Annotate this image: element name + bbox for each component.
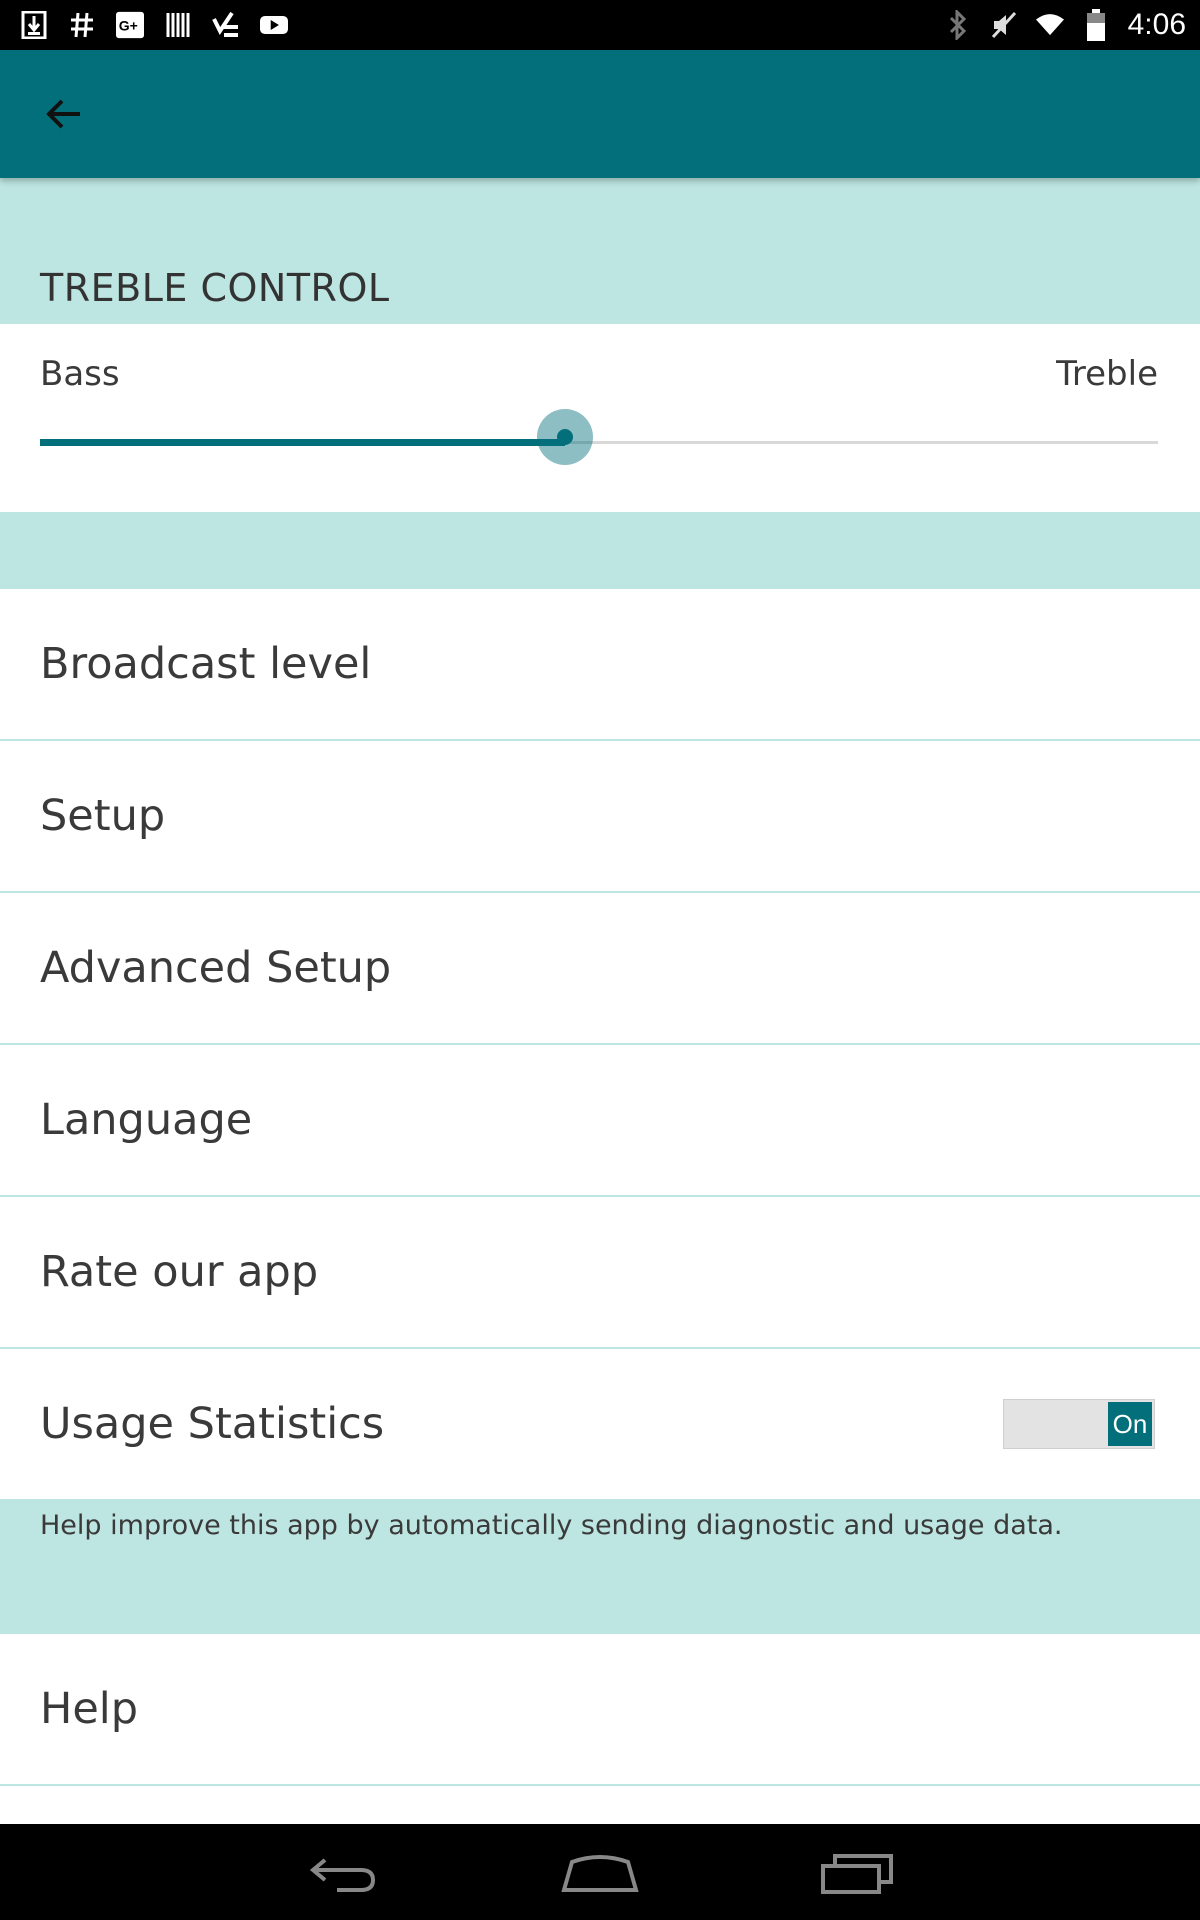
treble-slider[interactable]	[40, 439, 1158, 446]
barcode-icon	[164, 11, 192, 39]
notification-icons: G+	[20, 8, 288, 42]
section-title: TREBLE CONTROL	[40, 266, 390, 310]
menu-item-label: Help	[40, 1684, 139, 1734]
treble-section-header: TREBLE CONTROL	[0, 178, 1200, 324]
youtube-icon	[260, 11, 288, 39]
system-icons: 4:06	[944, 6, 1186, 44]
battery-icon	[1082, 9, 1110, 41]
menu-item-label: Broadcast level	[40, 639, 372, 689]
home-nav-icon[interactable]	[555, 1842, 645, 1902]
slider-fill	[40, 439, 566, 446]
bass-label: Bass	[40, 354, 120, 394]
menu-item-label: Usage Statistics	[40, 1399, 385, 1449]
tasks-icon	[212, 11, 240, 39]
navigation-bar	[0, 1824, 1200, 1920]
toggle-state: On	[1108, 1402, 1152, 1446]
google-plus-icon: G+	[116, 11, 144, 39]
hashtag-icon	[68, 11, 96, 39]
menu-item-label: Advanced Setup	[40, 943, 392, 993]
slider-thumb[interactable]	[537, 409, 594, 465]
menu-item-partial	[0, 1786, 1200, 1824]
slider-thumb-dot	[557, 429, 574, 445]
usage-statistics-toggle[interactable]: On	[1003, 1399, 1155, 1449]
arrow-back-icon[interactable]	[38, 88, 90, 140]
menu-item-help[interactable]: Help	[0, 1634, 1200, 1786]
menu-item-language[interactable]: Language	[0, 1045, 1200, 1197]
menu-item-label: Setup	[40, 791, 166, 841]
bluetooth-icon	[944, 10, 972, 40]
app-toolbar	[0, 50, 1200, 178]
recents-nav-icon[interactable]	[812, 1842, 902, 1902]
status-bar: G+ 4:06	[0, 0, 1200, 50]
menu-item-rate-app[interactable]: Rate our app	[0, 1197, 1200, 1349]
download-icon	[20, 11, 48, 39]
menu-item-advanced-setup[interactable]: Advanced Setup	[0, 893, 1200, 1045]
svg-text:G+: G+	[119, 18, 138, 34]
section-divider	[0, 512, 1200, 589]
treble-label: Treble	[1056, 354, 1158, 394]
clock: 4:06	[1127, 8, 1186, 41]
menu-item-label: Language	[40, 1095, 253, 1145]
treble-slider-card: Bass Treble	[0, 324, 1200, 512]
menu-item-label: Rate our app	[40, 1247, 319, 1297]
menu-item-setup[interactable]: Setup	[0, 741, 1200, 893]
mute-icon	[990, 11, 1018, 39]
wifi-icon	[1035, 11, 1064, 39]
usage-description: Help improve this app by automatically s…	[40, 1510, 1063, 1541]
menu-item-usage-statistics: Usage Statistics On	[0, 1349, 1200, 1499]
menu-item-broadcast-level[interactable]: Broadcast level	[0, 589, 1200, 741]
back-nav-icon[interactable]	[298, 1842, 388, 1902]
